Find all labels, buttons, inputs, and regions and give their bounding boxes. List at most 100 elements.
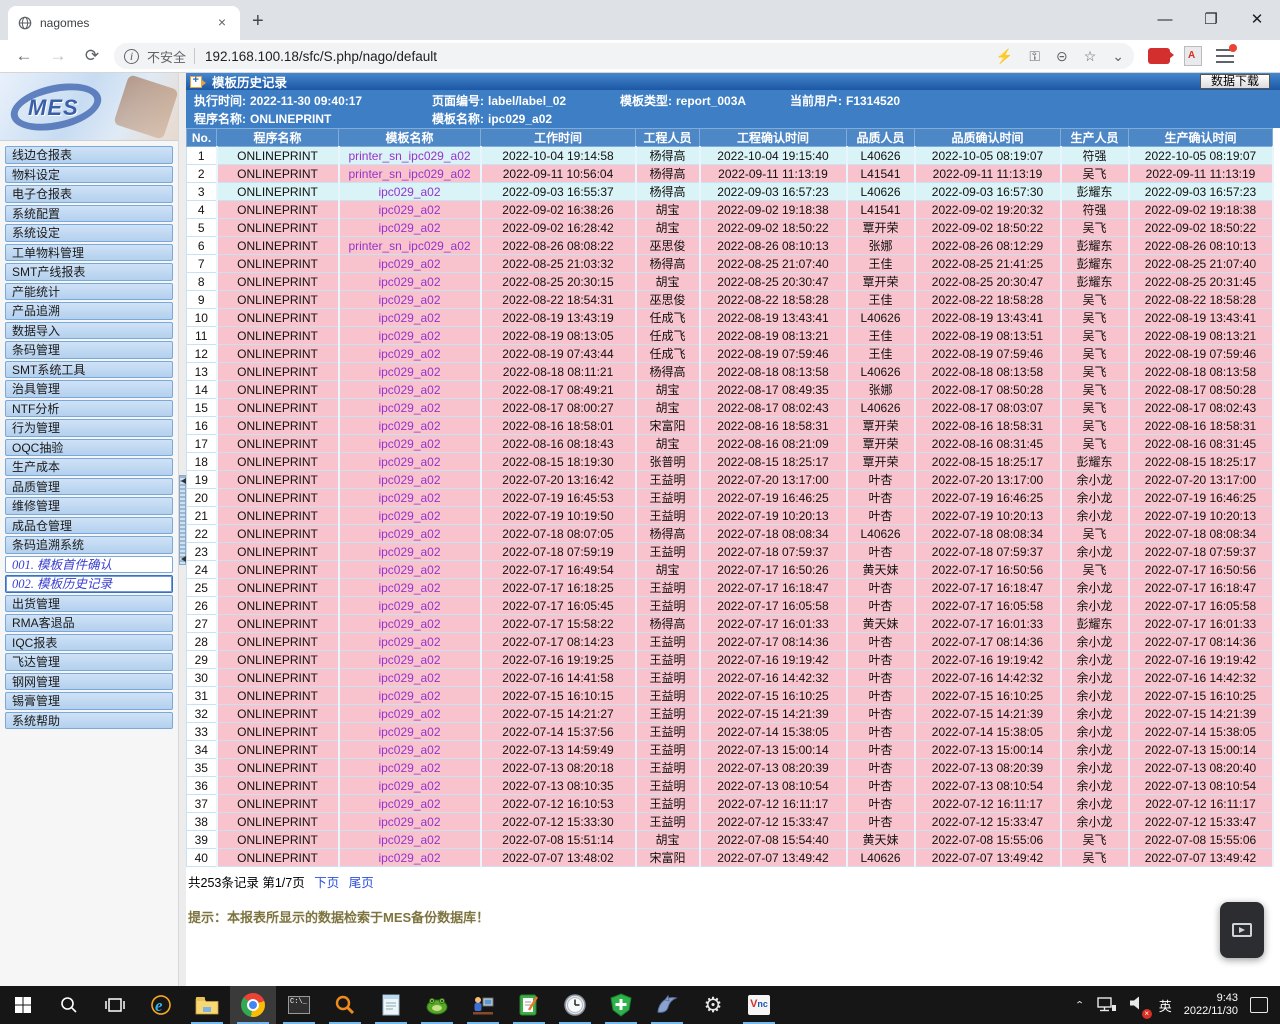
- cell-template-link[interactable]: ipc029_a02: [339, 795, 481, 813]
- task-view-button[interactable]: [92, 986, 138, 1024]
- window-close-button[interactable]: ✕: [1234, 0, 1280, 38]
- sidebar-item[interactable]: 飞达管理: [5, 653, 173, 671]
- cell-template-link[interactable]: ipc029_a02: [339, 831, 481, 849]
- cell-template-link[interactable]: printer_sn_ipc029_a02: [339, 237, 481, 255]
- sidebar-item[interactable]: 001. 模板首件确认: [5, 556, 173, 574]
- key-icon[interactable]: ⚿: [1029, 48, 1040, 65]
- last-page-link[interactable]: 尾页: [349, 876, 374, 890]
- taskbar-toad-button[interactable]: [414, 986, 460, 1024]
- sidebar-item[interactable]: 成品仓管理: [5, 517, 173, 535]
- cell-template-link[interactable]: ipc029_a02: [339, 399, 481, 417]
- taskbar-file-explorer-button[interactable]: [184, 986, 230, 1024]
- sidebar-item[interactable]: 产品追溯: [5, 302, 173, 320]
- sidebar-item[interactable]: 品质管理: [5, 478, 173, 496]
- sidebar-item[interactable]: 维修管理: [5, 497, 173, 515]
- tab-close-icon[interactable]: ×: [214, 15, 230, 31]
- cell-template-link[interactable]: ipc029_a02: [339, 597, 481, 615]
- window-minimize-button[interactable]: —: [1142, 0, 1188, 38]
- cell-template-link[interactable]: ipc029_a02: [339, 543, 481, 561]
- sidebar-item[interactable]: 生产成本: [5, 458, 173, 476]
- cell-template-link[interactable]: ipc029_a02: [339, 507, 481, 525]
- cell-template-link[interactable]: ipc029_a02: [339, 561, 481, 579]
- sidebar-item[interactable]: 工单物料管理: [5, 244, 173, 262]
- cell-template-link[interactable]: ipc029_a02: [339, 579, 481, 597]
- taskbar-notes-editor-button[interactable]: [506, 986, 552, 1024]
- tray-expand-icon[interactable]: ⌃: [1075, 999, 1085, 1010]
- reload-button-icon[interactable]: ⟳: [82, 46, 102, 66]
- chevron-down-icon[interactable]: ⌄: [1112, 48, 1124, 65]
- cell-template-link[interactable]: ipc029_a02: [339, 759, 481, 777]
- cell-template-link[interactable]: ipc029_a02: [339, 525, 481, 543]
- forward-button-icon[interactable]: →: [48, 46, 68, 66]
- sidebar-item[interactable]: 治具管理: [5, 380, 173, 398]
- taskbar-cmd-button[interactable]: C:\_: [276, 986, 322, 1024]
- sidebar-splitter[interactable]: [178, 73, 186, 986]
- cell-template-link[interactable]: ipc029_a02: [339, 453, 481, 471]
- cell-template-link[interactable]: ipc029_a02: [339, 417, 481, 435]
- cell-template-link[interactable]: ipc029_a02: [339, 651, 481, 669]
- back-button-icon[interactable]: ←: [14, 46, 34, 66]
- taskbar-search-button[interactable]: [46, 986, 92, 1024]
- cell-template-link[interactable]: ipc029_a02: [339, 489, 481, 507]
- sidebar-item[interactable]: 行为管理: [5, 419, 173, 437]
- cell-template-link[interactable]: ipc029_a02: [339, 723, 481, 741]
- taskbar-antivirus-button[interactable]: [598, 986, 644, 1024]
- taskbar-remote-tool-button[interactable]: [460, 986, 506, 1024]
- next-page-link[interactable]: 下页: [314, 876, 339, 890]
- extension-camera-icon[interactable]: [1148, 48, 1170, 64]
- cell-template-link[interactable]: ipc029_a02: [339, 777, 481, 795]
- cell-template-link[interactable]: ipc029_a02: [339, 435, 481, 453]
- cell-template-link[interactable]: ipc029_a02: [339, 255, 481, 273]
- browser-tab[interactable]: nagomes ×: [8, 6, 240, 40]
- taskbar-settings-button[interactable]: ⚙: [690, 986, 736, 1024]
- cell-template-link[interactable]: ipc029_a02: [339, 201, 481, 219]
- cell-template-link[interactable]: ipc029_a02: [339, 291, 481, 309]
- address-bar[interactable]: i 不安全 192.168.100.18/sfc/S.php/nago/defa…: [114, 43, 1134, 69]
- cell-template-link[interactable]: ipc029_a02: [339, 273, 481, 291]
- taskbar-dolphin-button[interactable]: [644, 986, 690, 1024]
- window-restore-button[interactable]: ❐: [1188, 0, 1234, 38]
- taskbar-everything-search-button[interactable]: [322, 986, 368, 1024]
- sidebar-item[interactable]: 系统配置: [5, 205, 173, 223]
- sidebar-item[interactable]: 002. 模板历史记录: [5, 575, 173, 593]
- sidebar-item[interactable]: 出货管理: [5, 595, 173, 613]
- cell-template-link[interactable]: ipc029_a02: [339, 471, 481, 489]
- sidebar-item[interactable]: 条码追溯系统: [5, 536, 173, 554]
- sidebar-item[interactable]: 产能统计: [5, 283, 173, 301]
- cell-template-link[interactable]: printer_sn_ipc029_a02: [339, 147, 481, 165]
- taskbar-ie-button[interactable]: e: [138, 986, 184, 1024]
- splitter-handle[interactable]: [179, 475, 186, 565]
- notification-center-icon[interactable]: [1250, 997, 1268, 1013]
- volume-muted-icon[interactable]: ×: [1129, 995, 1147, 1016]
- sidebar-item[interactable]: SMT系统工具: [5, 361, 173, 379]
- taskbar-clock-app-button[interactable]: [552, 986, 598, 1024]
- cell-template-link[interactable]: ipc029_a02: [339, 309, 481, 327]
- screen-recorder-widget[interactable]: [1220, 902, 1264, 958]
- cell-template-link[interactable]: ipc029_a02: [339, 345, 481, 363]
- sidebar-item[interactable]: 线边仓报表: [5, 146, 173, 164]
- sidebar-item[interactable]: 物料设定: [5, 166, 173, 184]
- browser-menu-icon[interactable]: [1216, 49, 1234, 63]
- url-text[interactable]: 192.168.100.18/sfc/S.php/nago/default: [205, 49, 980, 64]
- cell-template-link[interactable]: printer_sn_ipc029_a02: [339, 165, 481, 183]
- bookmark-star-icon[interactable]: ☆: [1084, 48, 1097, 65]
- sidebar-item[interactable]: RMA客退品: [5, 614, 173, 632]
- input-language-indicator[interactable]: 英: [1159, 996, 1172, 1015]
- sidebar-item[interactable]: 钢网管理: [5, 673, 173, 691]
- cell-template-link[interactable]: ipc029_a02: [339, 615, 481, 633]
- cell-template-link[interactable]: ipc029_a02: [339, 813, 481, 831]
- sidebar-item[interactable]: 数据导入: [5, 322, 173, 340]
- zoom-out-icon[interactable]: ⊝: [1056, 48, 1068, 65]
- lightning-icon[interactable]: ⚡: [996, 48, 1013, 65]
- tray-clock[interactable]: 9:43 2022/11/30: [1184, 992, 1238, 1018]
- taskbar-vnc-button[interactable]: Vnc: [736, 986, 782, 1024]
- cell-template-link[interactable]: ipc029_a02: [339, 183, 481, 201]
- cell-template-link[interactable]: ipc029_a02: [339, 633, 481, 651]
- start-button[interactable]: [0, 986, 46, 1024]
- data-download-button[interactable]: 数据下载: [1200, 74, 1270, 89]
- sidebar-item[interactable]: 系统设定: [5, 224, 173, 242]
- sidebar-item[interactable]: OQC抽验: [5, 439, 173, 457]
- sidebar-item[interactable]: 条码管理: [5, 341, 173, 359]
- network-icon[interactable]: [1097, 997, 1117, 1013]
- cell-template-link[interactable]: ipc029_a02: [339, 669, 481, 687]
